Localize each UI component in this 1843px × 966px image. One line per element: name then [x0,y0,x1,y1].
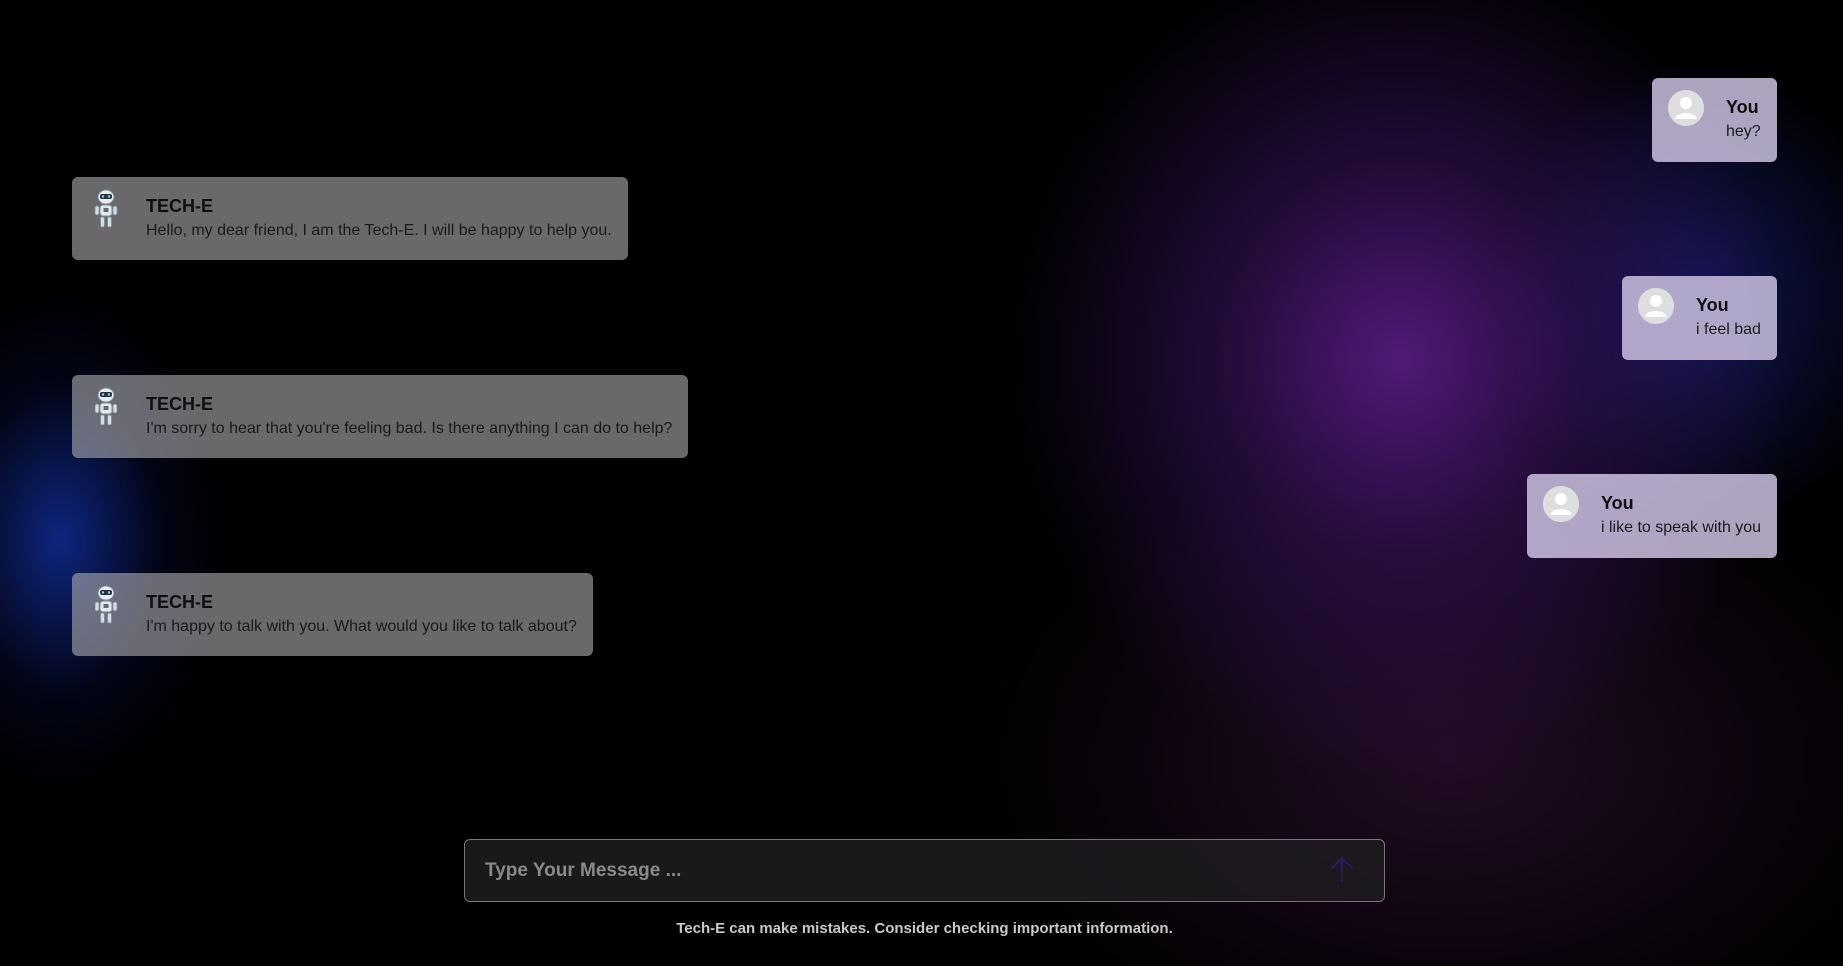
message-composer [464,839,1385,902]
robot-icon [88,585,124,624]
disclaimer-text: Tech-E can make mistakes. Consider check… [676,920,1173,937]
bot-message: TECH-E I'm happy to talk with you. What … [72,573,593,656]
sender-name: You [1601,493,1634,513]
message-text: Hello, my dear friend, I am the Tech-E. … [146,222,612,239]
arrow-up-icon [1327,854,1357,887]
message-text: i like to speak with you [1601,519,1762,536]
sender-name: TECH-E [146,592,213,612]
user-message: You i feel bad [1622,276,1777,360]
robot-icon [88,189,124,228]
message-text: hey? [1726,123,1761,140]
sender-name: You [1696,295,1729,315]
sender-name: You [1726,97,1759,117]
sender-name: TECH-E [146,394,213,414]
message-text: i feel bad [1696,321,1761,338]
bot-message: TECH-E I'm sorry to hear that you're fee… [72,375,688,458]
user-message: You i like to speak with you [1527,474,1777,558]
user-avatar-icon [1668,90,1704,126]
user-avatar-icon [1543,486,1579,522]
send-button[interactable] [1322,851,1362,891]
chat-area: You hey? TECH-E Hello, my dear friend, I… [0,0,1843,966]
message-text: I'm sorry to hear that you're feeling ba… [146,420,673,437]
bot-message: TECH-E Hello, my dear friend, I am the T… [72,177,628,260]
sender-name: TECH-E [146,196,213,216]
user-avatar-icon [1638,288,1674,324]
robot-icon [88,387,124,426]
message-text: I'm happy to talk with you. What would y… [146,618,577,635]
user-message: You hey? [1652,78,1777,162]
message-input[interactable] [465,858,1322,883]
